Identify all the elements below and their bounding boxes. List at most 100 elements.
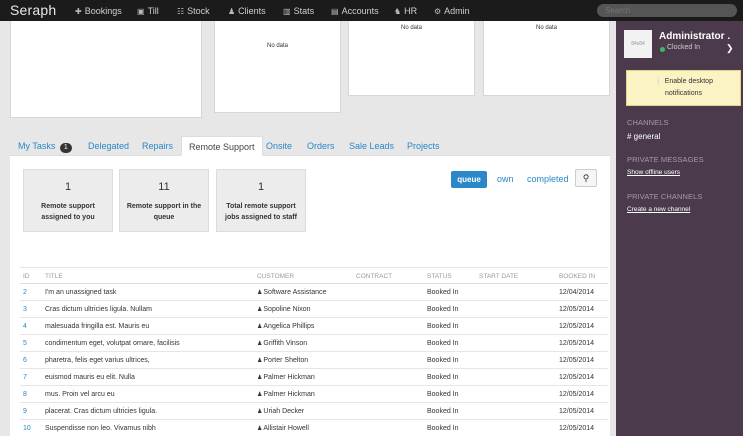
table-row[interactable]: 4 malesuada fringilla est. Mauris eu ♟Ange… xyxy=(20,318,608,335)
user-icon: ♟ xyxy=(257,307,263,313)
nav-admin[interactable]: ⚙ Admin xyxy=(434,6,470,16)
cell-id[interactable]: 9 xyxy=(23,408,27,415)
col-contract[interactable]: CONTRACT xyxy=(356,273,392,280)
col-id[interactable]: ID xyxy=(23,273,30,280)
tab-remote-support[interactable]: Remote Support xyxy=(181,136,263,156)
nav-stats[interactable]: ▥ Stats xyxy=(283,6,314,16)
cell-title: Suspendisse non leo. Vivamus nibh xyxy=(45,425,156,432)
nav-till[interactable]: ▣ Till xyxy=(137,6,159,16)
enable-notifications-button[interactable]: ❕ Enable desktop notifications xyxy=(626,70,741,106)
nav-clients[interactable]: ♟ Clients xyxy=(228,6,266,16)
chevron-down-icon[interactable]: ❯ xyxy=(726,43,734,54)
customer-name: Allistair Howell xyxy=(263,425,309,432)
brand-logo[interactable]: Seraph xyxy=(10,2,56,18)
nav-label: Clients xyxy=(238,6,266,16)
dashboard-panel: No data xyxy=(348,21,475,96)
cell-id[interactable]: 8 xyxy=(23,391,27,398)
stat-label: Remote support assigned to you xyxy=(41,203,95,221)
tab-orders[interactable]: Orders xyxy=(307,136,335,156)
user-icon: ♟ xyxy=(257,426,263,432)
cell-status: Booked In xyxy=(427,374,459,381)
tab-projects[interactable]: Projects xyxy=(407,136,440,156)
nav-label: Bookings xyxy=(84,6,122,16)
cell-booked-in: 12/05/2014 xyxy=(559,323,595,330)
channel-general[interactable]: # general xyxy=(627,132,660,141)
cell-id[interactable]: 3 xyxy=(23,306,27,313)
stat-value: 11 xyxy=(158,181,170,193)
search-icon: ⚲ xyxy=(582,173,590,183)
private-channels-heading: PRIVATE CHANNELS xyxy=(627,192,703,201)
col-status[interactable]: STATUS xyxy=(427,273,452,280)
cell-status: Booked In xyxy=(427,357,459,364)
create-channel-link[interactable]: Create a new channel xyxy=(627,206,690,213)
nav-bookings[interactable]: ✚ Bookings xyxy=(75,6,122,16)
cell-customer: ♟Allistair Howell xyxy=(257,425,309,432)
till-icon: ▣ xyxy=(137,7,145,16)
channels-heading: CHANNELS xyxy=(627,118,669,127)
cell-title: placerat. Cras dictum ultricies ligula. xyxy=(45,408,158,415)
table-row[interactable]: 10 Suspendisse non leo. Vivamus nibh ♟Alli… xyxy=(20,420,608,436)
no-data-text: No data xyxy=(535,25,557,31)
cell-id[interactable]: 10 xyxy=(23,425,31,432)
own-filter-button[interactable]: own xyxy=(497,171,514,188)
cell-status: Booked In xyxy=(427,289,459,296)
cell-id[interactable]: 7 xyxy=(23,374,27,381)
cell-customer: ♟Uriah Decker xyxy=(257,408,304,415)
cell-status: Booked In xyxy=(427,408,459,415)
remote-support-panel: 1 Remote support assigned to you 11 Remo… xyxy=(10,156,610,436)
cell-status: Booked In xyxy=(427,306,459,313)
hr-icon: ♞ xyxy=(394,7,402,16)
avatar: 84x84 xyxy=(624,30,652,58)
user-icon: ♟ xyxy=(257,290,263,296)
cell-customer: ♟Palmer Hickman xyxy=(257,391,315,398)
dashboard-panel: No data xyxy=(214,21,341,113)
cell-status: Booked In xyxy=(427,323,459,330)
table-row[interactable]: 9 placerat. Cras dictum ultricies ligula.… xyxy=(20,403,608,420)
search-button[interactable]: ⚲ xyxy=(575,169,597,187)
gear-icon: ⚙ xyxy=(434,7,442,16)
cell-booked-in: 12/05/2014 xyxy=(559,306,595,313)
nav-label: Admin xyxy=(444,6,470,16)
completed-filter-button[interactable]: completed xyxy=(527,171,569,188)
cell-id[interactable]: 6 xyxy=(23,357,27,364)
clock-status: Clocked In xyxy=(667,44,701,51)
count-badge: 1 xyxy=(59,143,72,153)
table-row[interactable]: 5 condimentum eget, volutpat ornare, faci… xyxy=(20,335,608,352)
user-icon: ♟ xyxy=(257,324,263,330)
cell-title: Cras dictum ultricies ligula. Nullam xyxy=(45,306,152,313)
cell-id[interactable]: 4 xyxy=(23,323,27,330)
queue-filter-button[interactable]: queue xyxy=(451,171,487,188)
cell-customer: ♟Software Assistance xyxy=(257,289,326,296)
cell-booked-in: 12/05/2014 xyxy=(559,391,595,398)
user-icon: ♟ xyxy=(257,341,263,347)
user-icon: ♟ xyxy=(257,375,263,381)
col-customer[interactable]: CUSTOMER xyxy=(257,273,294,280)
tab-delegated[interactable]: Delegated xyxy=(88,136,129,156)
table-row[interactable]: 7 euismod mauris eu elit. Nulla ♟Palmer Hi… xyxy=(20,369,608,386)
nav-hr[interactable]: ♞ HR xyxy=(394,6,417,16)
nav-stock[interactable]: ☷ Stock xyxy=(177,6,210,16)
table-row[interactable]: 8 mus. Proin vel arcu eu ♟Palmer Hickman Bo… xyxy=(20,386,608,403)
stat-in-queue: 11 Remote support in the queue xyxy=(119,169,209,232)
search-input[interactable] xyxy=(597,4,737,17)
tab-onsite[interactable]: Onsite xyxy=(266,136,292,156)
nav-accounts[interactable]: ▤ Accounts xyxy=(331,6,379,16)
col-booked-in[interactable]: BOOKED IN xyxy=(559,273,595,280)
col-title[interactable]: TITLE xyxy=(45,273,63,280)
tab-sale-leads[interactable]: Sale Leads xyxy=(349,136,394,156)
show-offline-users-link[interactable]: Show offline users xyxy=(627,169,680,176)
cell-id[interactable]: 5 xyxy=(23,340,27,347)
col-start-date[interactable]: START DATE xyxy=(479,273,518,280)
tab-repairs[interactable]: Repairs xyxy=(142,136,173,156)
chat-sidebar: 84x84 Administrator . Clocked In ❯ ❕ Ena… xyxy=(616,21,743,436)
dashboard-panel xyxy=(10,21,202,118)
cell-title: I'm an unassigned task xyxy=(45,289,117,296)
tab-my-tasks[interactable]: My Tasks 1 xyxy=(18,136,72,156)
table-row[interactable]: 6 pharetra, felis eget varius ultrices, ♟P… xyxy=(20,352,608,369)
top-navbar: Seraph ✚ Bookings ▣ Till ☷ Stock ♟ Clients ▥… xyxy=(0,0,743,21)
table-row[interactable]: 3 Cras dictum ultricies ligula. Nullam ♟So… xyxy=(20,301,608,318)
stat-assigned-to-you: 1 Remote support assigned to you xyxy=(23,169,113,232)
cell-id[interactable]: 2 xyxy=(23,289,27,296)
cell-booked-in: 12/05/2014 xyxy=(559,340,595,347)
table-row[interactable]: 2 I'm an unassigned task ♟Software Assista… xyxy=(20,284,608,301)
